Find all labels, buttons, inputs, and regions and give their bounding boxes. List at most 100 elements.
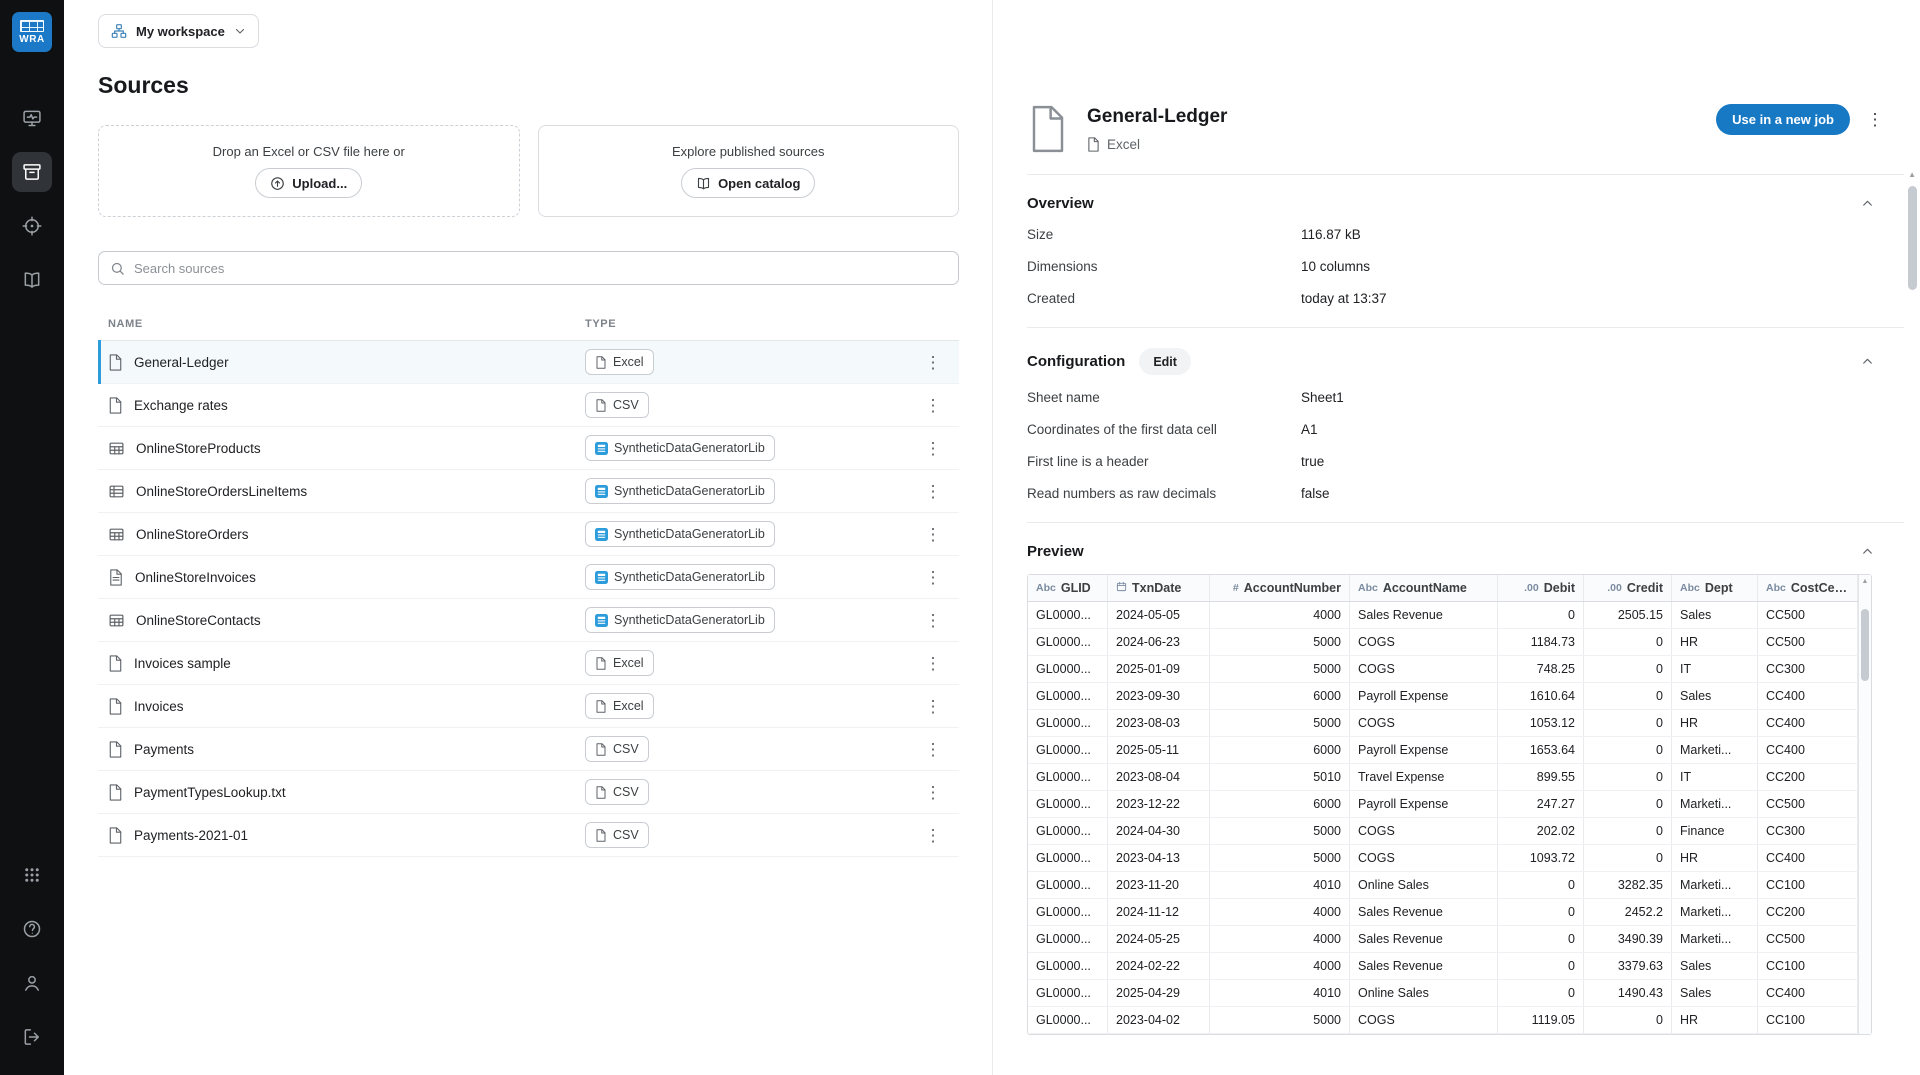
grid-icon <box>108 526 125 543</box>
rail-top-nav <box>12 98 52 300</box>
preview-cell: GL0000... <box>1028 764 1108 790</box>
preview-column-label: GLID <box>1061 581 1091 595</box>
preview-scrollbar-thumb[interactable] <box>1861 609 1869 681</box>
source-row[interactable]: OnlineStoreProducts SyntheticDataGenerat… <box>98 427 959 470</box>
preview-cell: 0 <box>1584 710 1672 736</box>
row-menu-button[interactable]: ⋮ <box>919 520 947 548</box>
source-type-cell: SyntheticDataGeneratorLib <box>585 564 919 590</box>
badge-label: CSV <box>613 742 639 756</box>
source-type-cell: CSV <box>585 822 919 848</box>
source-row[interactable]: Exchange rates CSV ⋮ <box>98 384 959 427</box>
source-row[interactable]: Payments CSV ⋮ <box>98 728 959 771</box>
preview-column-header[interactable]: AbcAccountName <box>1350 575 1498 601</box>
preview-cell: 6000 <box>1210 737 1350 763</box>
dropzone-text: Drop an Excel or CSV file here or <box>213 144 405 159</box>
search-box[interactable] <box>98 251 959 285</box>
workspace-switcher[interactable]: My workspace <box>98 14 259 48</box>
upload-button[interactable]: Upload... <box>255 168 362 198</box>
source-row[interactable]: OnlineStoreContacts SyntheticDataGenerat… <box>98 599 959 642</box>
row-menu-button[interactable]: ⋮ <box>919 735 947 763</box>
field-label: Read numbers as raw decimals <box>1027 486 1301 502</box>
row-menu-button[interactable]: ⋮ <box>919 606 947 634</box>
preview-column-header[interactable]: .00Credit <box>1584 575 1672 601</box>
preview-column-header[interactable]: AbcCostCenter <box>1758 575 1858 601</box>
row-menu-button[interactable]: ⋮ <box>919 649 947 677</box>
sidebar-item-logout[interactable] <box>12 1017 52 1057</box>
chevron-up-icon[interactable] <box>1861 197 1874 210</box>
lib-badge-icon <box>595 442 608 455</box>
row-menu-button[interactable]: ⋮ <box>919 778 947 806</box>
preview-cell: GL0000... <box>1028 1007 1108 1033</box>
preview-cell: 1184.73 <box>1498 629 1584 655</box>
preview-cell: 2023-08-04 <box>1108 764 1210 790</box>
column-type-glyph: Abc <box>1036 582 1056 594</box>
preview-title: Preview <box>1027 543 1084 560</box>
row-menu-button[interactable]: ⋮ <box>919 563 947 591</box>
panel-scrollbar-thumb[interactable] <box>1908 186 1917 290</box>
preview-row: GL0000...2023-12-226000Payroll Expense24… <box>1028 791 1858 818</box>
app-logo[interactable]: WRA <box>12 12 52 52</box>
preview-cell: 1490.43 <box>1584 980 1672 1006</box>
source-row[interactable]: OnlineStoreOrders SyntheticDataGenerator… <box>98 513 959 556</box>
column-header-name[interactable]: NAME <box>98 318 585 330</box>
detail-menu-button[interactable]: ⋮ <box>1860 105 1890 135</box>
row-menu-button[interactable]: ⋮ <box>919 391 947 419</box>
sidebar-item-tracker[interactable] <box>12 206 52 246</box>
file-dropzone[interactable]: Drop an Excel or CSV file here or Upload… <box>98 125 520 217</box>
preview-column-header[interactable]: #AccountNumber <box>1210 575 1350 601</box>
panel-scroll-up-arrow-icon[interactable]: ▲ <box>1908 170 1916 179</box>
preview-column-header[interactable]: TxnDate <box>1108 575 1210 601</box>
source-row[interactable]: General-Ledger Excel ⋮ <box>98 341 959 384</box>
sidebar-item-apps-grid[interactable] <box>12 855 52 895</box>
preview-column-label: Dept <box>1705 581 1733 595</box>
preview-cell: IT <box>1672 764 1758 790</box>
preview-column-header[interactable]: Abc GLID <box>1028 575 1108 601</box>
row-menu-button[interactable]: ⋮ <box>919 434 947 462</box>
open-catalog-button[interactable]: Open catalog <box>681 168 815 198</box>
row-menu-button[interactable]: ⋮ <box>919 348 947 376</box>
column-header-type[interactable]: TYPE <box>585 318 919 330</box>
column-type-glyph: .00 <box>1524 582 1539 594</box>
source-row[interactable]: PaymentTypesLookup.txt CSV ⋮ <box>98 771 959 814</box>
preview-scrollbar[interactable]: ▲ <box>1858 575 1871 1034</box>
source-row[interactable]: Payments-2021-01 CSV ⋮ <box>98 814 959 857</box>
chevron-up-icon[interactable] <box>1861 545 1874 558</box>
overview-fields: Size 116.87 kB Dimensions 10 columns Cre… <box>1027 227 1904 307</box>
chevron-up-icon[interactable] <box>1861 355 1874 368</box>
source-row[interactable]: Invoices Excel ⋮ <box>98 685 959 728</box>
preview-column-header[interactable]: .00Debit <box>1498 575 1584 601</box>
row-menu-button[interactable]: ⋮ <box>919 821 947 849</box>
edit-configuration-button[interactable]: Edit <box>1139 348 1191 375</box>
column-type-glyph: Abc <box>1766 582 1786 594</box>
preview-cell: 202.02 <box>1498 818 1584 844</box>
preview-column-header[interactable]: AbcDept <box>1672 575 1758 601</box>
sidebar-item-sources[interactable] <box>12 152 52 192</box>
sidebar-item-library[interactable] <box>12 260 52 300</box>
source-row[interactable]: OnlineStoreOrdersLineItems SyntheticData… <box>98 470 959 513</box>
row-menu-button[interactable]: ⋮ <box>919 692 947 720</box>
detail-title: General-Ledger <box>1087 106 1227 128</box>
sidebar-item-help[interactable] <box>12 909 52 949</box>
scroll-up-arrow-icon[interactable]: ▲ <box>1859 578 1871 585</box>
preview-cell: 0 <box>1584 818 1672 844</box>
source-row[interactable]: Invoices sample Excel ⋮ <box>98 642 959 685</box>
app-root: WRA My workspace Sources Drop an Excel o… <box>0 0 1920 1075</box>
sidebar-item-jobs[interactable] <box>12 98 52 138</box>
sources-icon <box>22 162 42 182</box>
sidebar-item-account[interactable] <box>12 963 52 1003</box>
source-name: OnlineStoreOrdersLineItems <box>136 484 307 499</box>
search-input[interactable] <box>134 261 947 276</box>
source-detail-panel: General-Ledger Excel Use in a new job ⋮ … <box>992 0 1920 1075</box>
preview-cell: 0 <box>1584 1007 1672 1033</box>
source-name-cell: Payments-2021-01 <box>98 827 585 844</box>
source-type-cell: Excel <box>585 693 919 719</box>
rows-icon <box>108 483 125 500</box>
preview-cell: CC300 <box>1758 818 1858 844</box>
source-name-cell: General-Ledger <box>98 354 585 371</box>
detail-actions: Use in a new job ⋮ <box>1716 104 1890 135</box>
row-menu-button[interactable]: ⋮ <box>919 477 947 505</box>
use-in-new-job-button[interactable]: Use in a new job <box>1716 104 1850 135</box>
source-row[interactable]: OnlineStoreInvoices SyntheticDataGenerat… <box>98 556 959 599</box>
field-value: 10 columns <box>1301 259 1904 275</box>
preview-cell: Marketi... <box>1672 791 1758 817</box>
